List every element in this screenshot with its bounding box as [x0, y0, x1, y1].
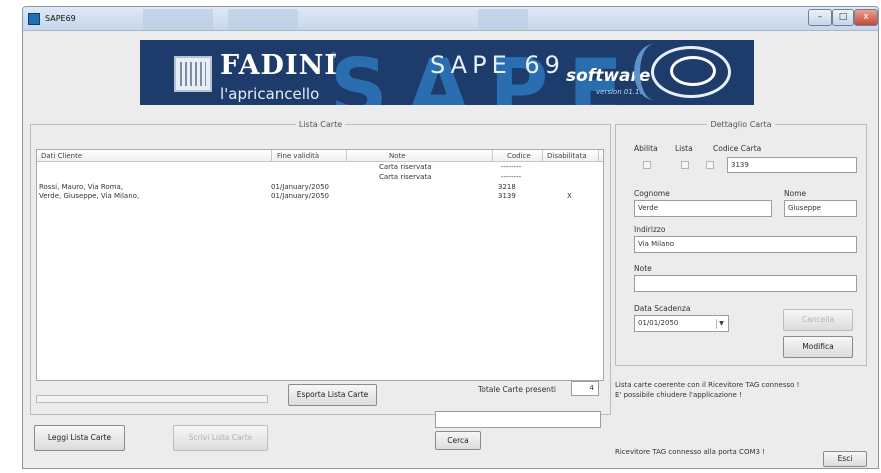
data-scadenza-label: Data Scadenza — [634, 304, 691, 313]
swirl-logo-icon — [670, 56, 716, 86]
cognome-field[interactable]: Verde — [634, 200, 772, 217]
app-window: SAPE69 – □ x SAPE FADINI ® l'apricancell… — [22, 6, 879, 469]
chevron-down-icon[interactable]: ▼ — [716, 319, 726, 329]
modifica-button[interactable]: Modifica — [783, 336, 853, 358]
cell-codice: -------- — [501, 163, 522, 171]
column-separator — [346, 150, 347, 161]
cell-cliente: Verde, Giuseppe, Via Milano, — [39, 192, 140, 200]
cell-codice: 3218 — [498, 183, 516, 191]
column-header-cliente[interactable]: Dati Cliente — [41, 152, 82, 160]
nome-label: Nome — [784, 189, 807, 198]
indirizzo-field[interactable]: Via Milano — [634, 236, 857, 253]
data-scadenza-value: 01/01/2050 — [638, 319, 679, 327]
search-input[interactable] — [435, 411, 601, 428]
close-button[interactable]: x — [854, 9, 878, 26]
fadini-banner: SAPE FADINI ® l'apricancello SAPE 69 sof… — [140, 40, 754, 105]
indirizzo-label: Indirizzo — [634, 225, 666, 234]
lista-checkbox[interactable] — [681, 161, 689, 169]
cell-fine-validita: 01/January/2050 — [271, 183, 329, 191]
titlebar-decoration — [478, 9, 528, 29]
app-icon — [28, 13, 40, 25]
export-list-button[interactable]: Esporta Lista Carte — [288, 384, 377, 406]
cell-cliente: Rossi, Mauro, Via Roma, — [39, 183, 124, 191]
registered-mark: ® — [330, 52, 337, 60]
search-button[interactable]: Cerca — [435, 431, 481, 450]
cell-fine-validita: 01/January/2050 — [271, 192, 329, 200]
column-header-fine-validita[interactable]: Fine validità — [277, 152, 319, 160]
write-list-button[interactable]: Scrivi Lista Carte — [173, 425, 268, 451]
cognome-label: Cognome — [634, 189, 670, 198]
total-cards-field: 4 — [571, 381, 599, 396]
port-status: Ricevitore TAG connesso alla porta COM3 … — [615, 448, 765, 456]
total-cards-label: Totale Carte presenti — [478, 385, 556, 394]
note-label: Note — [634, 264, 652, 273]
cancella-button[interactable]: Cancella — [783, 309, 853, 331]
lista-carte-legend: Lista Carte — [298, 120, 343, 129]
read-list-button[interactable]: Leggi Lista Carte — [34, 425, 125, 451]
exit-button[interactable]: Esci — [823, 451, 867, 467]
cell-codice: 3139 — [498, 192, 516, 200]
abilita-label: Abilita — [634, 144, 658, 153]
brand-tagline: l'apricancello — [220, 85, 320, 103]
dettaglio-carta-legend: Dettaglio Carta — [710, 120, 772, 129]
codice-carta-label: Codice Carta — [713, 144, 762, 153]
codice-carta-field[interactable]: 3139 — [727, 157, 857, 173]
title-bar[interactable]: SAPE69 – □ x — [23, 7, 878, 31]
lista-label: Lista — [675, 144, 693, 153]
cell-note: Carta riservata — [379, 173, 432, 181]
status-line-2: E' possibile chiudere l'applicazione ! — [615, 391, 742, 399]
cell-note: Carta riservata — [379, 163, 432, 171]
note-field[interactable] — [634, 275, 857, 292]
abilita-checkbox[interactable] — [643, 161, 651, 169]
status-line-1: Lista carte coerente con il Ricevitore T… — [615, 381, 800, 389]
titlebar-decoration — [228, 9, 298, 29]
column-separator — [492, 150, 493, 161]
progress-bar — [36, 395, 268, 403]
column-separator — [271, 150, 272, 161]
data-scadenza-select[interactable]: 01/01/2050 ▼ — [634, 315, 729, 332]
window-title: SAPE69 — [45, 14, 76, 23]
brand-name: FADINI — [220, 50, 338, 81]
cards-listview[interactable]: Dati Cliente Fine validità Note Codice D… — [36, 149, 604, 381]
listview-header: Dati Cliente Fine validità Note Codice D… — [37, 150, 603, 162]
gate-logo-icon — [174, 56, 212, 92]
product-name: SAPE 69 — [430, 51, 565, 79]
lista-secondary-checkbox[interactable] — [706, 161, 714, 169]
version-label: version 01.11 — [596, 88, 644, 96]
cell-disabilitata: X — [567, 192, 572, 200]
column-separator — [542, 150, 543, 161]
column-header-note[interactable]: Note — [389, 152, 406, 160]
column-separator — [598, 150, 599, 161]
nome-field[interactable]: Giuseppe — [784, 200, 857, 217]
column-header-codice[interactable]: Codice — [507, 152, 531, 160]
minimize-button[interactable]: – — [808, 9, 832, 26]
maximize-button[interactable]: □ — [832, 9, 854, 26]
titlebar-decoration — [143, 9, 213, 29]
column-header-disabilitata[interactable]: Disabilitata — [547, 152, 587, 160]
cell-codice: -------- — [501, 173, 522, 181]
